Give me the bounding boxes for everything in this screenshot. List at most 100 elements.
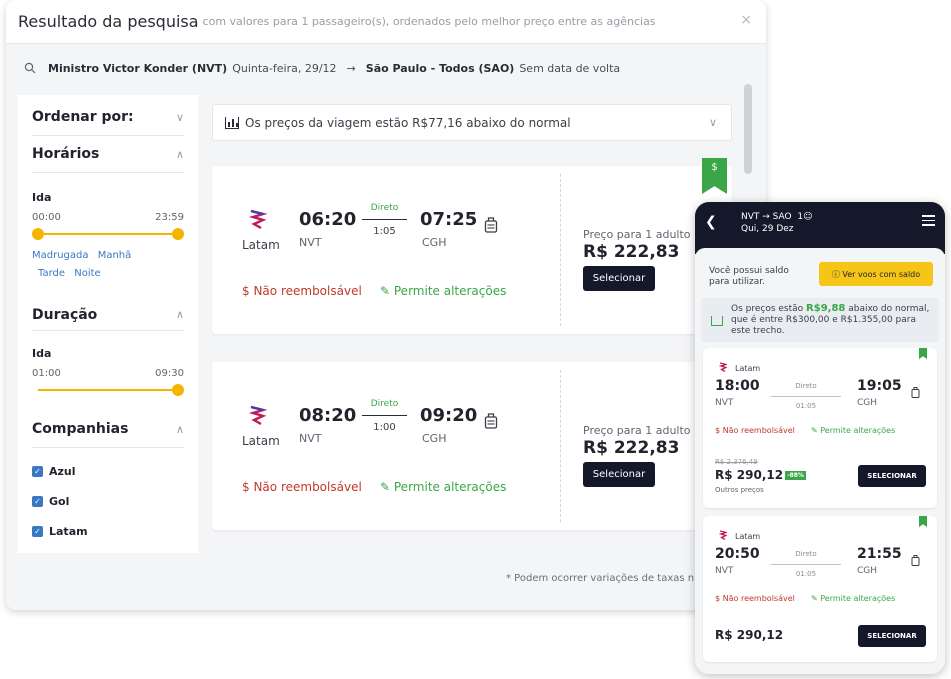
change-policy: ✎ Permite alterações: [811, 426, 896, 435]
duration-sub: Ida: [32, 347, 52, 360]
luggage-icon: [911, 387, 920, 398]
chevron-up-icon[interactable]: ∧: [176, 423, 184, 436]
times-slider-track: [38, 233, 178, 235]
airline-label: Gol: [49, 494, 70, 508]
best-price-bookmark-icon: $: [702, 158, 727, 194]
select-button[interactable]: Selecionar: [583, 266, 655, 291]
change-policy: ✎ Permite alterações: [811, 594, 896, 603]
duration-title: Duração: [32, 306, 98, 323]
route-destination: São Paulo - Todos (SAO): [365, 61, 515, 75]
edit-icon: ✎: [811, 426, 821, 435]
arrival-code: CGH: [857, 566, 878, 576]
old-price: R$ 2.376,49: [715, 458, 758, 466]
latam-logo-icon: [719, 362, 727, 372]
checkbox-checked-icon[interactable]: ✓: [32, 495, 43, 507]
mobile-flight-card: Latam 18:00 NVT Direto 01:05 19:05 CGH $…: [703, 348, 937, 508]
airline-label: Azul: [49, 464, 76, 478]
period-link[interactable]: Madrugada: [32, 250, 89, 261]
airline-checkbox-gol[interactable]: ✓ Gol: [32, 486, 184, 516]
bookmark-icon: [919, 516, 927, 527]
arrival-time: 09:20: [420, 405, 478, 426]
coin-icon: ⓘ: [831, 269, 843, 279]
select-button[interactable]: Selecionar: [583, 462, 655, 487]
airlines-section[interactable]: Companhias ∧: [32, 411, 184, 448]
checkbox-checked-icon[interactable]: ✓: [32, 465, 43, 477]
airline-label: Latam: [49, 524, 88, 538]
other-prices-link[interactable]: Outros preços: [715, 486, 764, 494]
chevron-down-icon[interactable]: ∨: [709, 116, 717, 129]
departure-time: 18:00: [715, 378, 760, 394]
times-section[interactable]: Horários ∧: [32, 136, 184, 173]
sort-section[interactable]: Ordenar por: ∨: [32, 99, 184, 136]
departure-time: 06:20: [299, 209, 357, 230]
departure-time: 08:20: [299, 405, 357, 426]
times-slider[interactable]: [32, 227, 184, 241]
chevron-up-icon[interactable]: ∧: [176, 148, 184, 161]
change-policy: ✎ Permite alterações: [380, 480, 507, 494]
back-arrow-icon[interactable]: ❮: [705, 214, 717, 230]
duration-slider[interactable]: [32, 383, 184, 397]
duration-label: 1:05: [373, 226, 396, 237]
price: R$ 222,83: [583, 242, 680, 262]
bar-chart-icon: [225, 116, 239, 129]
filter-sliders-icon[interactable]: [922, 215, 935, 227]
footnote: * Podem ocorrer variações de taxas n: [506, 573, 695, 584]
stops-label: Direto: [795, 550, 817, 558]
dollar-icon: $: [715, 594, 723, 603]
airline-name: Latam: [735, 532, 761, 541]
airline-name: Latam: [242, 434, 280, 448]
price: R$ 290,12 -88%: [715, 468, 806, 482]
times-max: 23:59: [155, 212, 184, 223]
airline-checkbox-azul[interactable]: ✓ Azul: [32, 456, 184, 486]
modal-header: Resultado da pesquisa com valores para 1…: [6, 0, 766, 44]
duration-line: [771, 396, 841, 397]
view-saldo-flights-button[interactable]: ⓘ Ver voos com saldo: [819, 262, 933, 286]
airline-checkbox-latam[interactable]: ✓ Latam: [32, 516, 184, 546]
duration-section[interactable]: Duração ∧: [32, 299, 184, 331]
period-links: Madrugada Manhã Tarde Noite: [32, 247, 184, 283]
edit-icon: ✎: [811, 594, 821, 603]
price-banner[interactable]: Os preços da viagem estão R$77,16 abaixo…: [212, 104, 732, 141]
times-sub: Ida: [32, 191, 52, 204]
mobile-header: ❮ NVT → SAO 1☺ Qui, 29 Dez: [695, 202, 945, 254]
close-icon[interactable]: ×: [740, 12, 752, 28]
filter-sidebar: Ordenar por: ∨ Horários ∧ Ida 00:00 23:5…: [18, 95, 198, 553]
departure-code: NVT: [715, 566, 734, 576]
luggage-icon: [484, 217, 498, 233]
chevron-down-icon[interactable]: ∨: [176, 111, 184, 124]
arrival-code: CGH: [422, 236, 447, 249]
times-min: 00:00: [32, 212, 61, 223]
latam-logo-icon: [248, 209, 268, 230]
airlines-title: Companhias: [32, 421, 129, 437]
refund-policy: $ Não reembolsável: [242, 480, 362, 494]
route-origin: Ministro Victor Konder (NVT): [48, 61, 228, 75]
arrival-time: 21:55: [857, 546, 902, 562]
mobile-price-banner: Os preços estão R$9,88 abaixo do normal,…: [701, 298, 939, 342]
saldo-text: Você possui saldo para utilizar.: [709, 266, 789, 287]
mobile-date: Qui, 29 Dez: [741, 224, 794, 234]
discount-badge: -88%: [785, 471, 806, 480]
latam-logo-icon: [248, 405, 268, 426]
refund-policy: $ Não reembolsável: [715, 426, 795, 435]
dollar-icon: $: [715, 426, 723, 435]
select-button[interactable]: SELECIONAR: [858, 465, 926, 487]
chevron-up-icon[interactable]: ∧: [176, 308, 184, 321]
duration-slider-handle[interactable]: [172, 384, 184, 396]
mobile-banner-text: Os preços estão R$9,88 abaixo do normal,…: [731, 303, 930, 336]
refund-policy: $ Não reembolsável: [242, 284, 362, 298]
dollar-icon: $: [242, 284, 254, 298]
results-scrollbar[interactable]: [744, 84, 752, 174]
checkbox-checked-icon[interactable]: ✓: [32, 525, 43, 537]
edit-icon: ✎: [380, 480, 394, 494]
period-link[interactable]: Manhã: [98, 250, 132, 261]
price: R$ 222,83: [583, 438, 680, 458]
period-link[interactable]: Tarde: [38, 268, 65, 279]
departure-code: NVT: [299, 432, 322, 445]
flight-card: Latam 06:20 NVT Direto 1:05 07:25 CGH $ …: [212, 158, 732, 334]
route-return: Sem data de volta: [519, 61, 621, 75]
edit-icon: ✎: [380, 284, 394, 298]
times-slider-max-handle[interactable]: [172, 228, 184, 240]
select-button[interactable]: SELECIONAR: [858, 625, 926, 647]
times-slider-min-handle[interactable]: [32, 228, 44, 240]
period-link[interactable]: Noite: [74, 268, 100, 279]
